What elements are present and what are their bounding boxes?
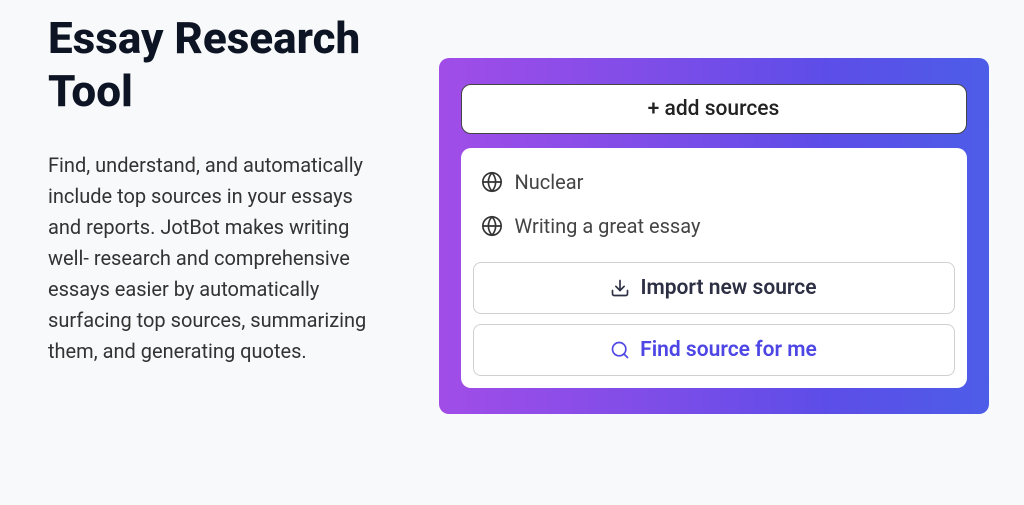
source-label: Writing a great essay: [515, 214, 701, 238]
globe-icon: [481, 171, 503, 193]
source-row[interactable]: Writing a great essay: [473, 204, 955, 248]
sources-card: + add sources Nuclear Writing a great es…: [439, 58, 989, 414]
import-source-button[interactable]: Import new source: [473, 262, 955, 314]
find-label: Find source for me: [640, 338, 817, 362]
globe-icon: [481, 215, 503, 237]
source-row[interactable]: Nuclear: [473, 160, 955, 204]
import-label: Import new source: [640, 276, 816, 300]
page-description: Find, understand, and automatically incl…: [48, 150, 388, 367]
page-title: Essay Research Tool: [48, 12, 403, 118]
find-source-button[interactable]: Find source for me: [473, 324, 955, 376]
download-icon: [610, 278, 630, 298]
sources-panel: Nuclear Writing a great essay Import new…: [461, 148, 967, 388]
add-sources-button[interactable]: + add sources: [461, 84, 967, 134]
source-label: Nuclear: [515, 170, 584, 194]
search-icon: [610, 340, 630, 360]
